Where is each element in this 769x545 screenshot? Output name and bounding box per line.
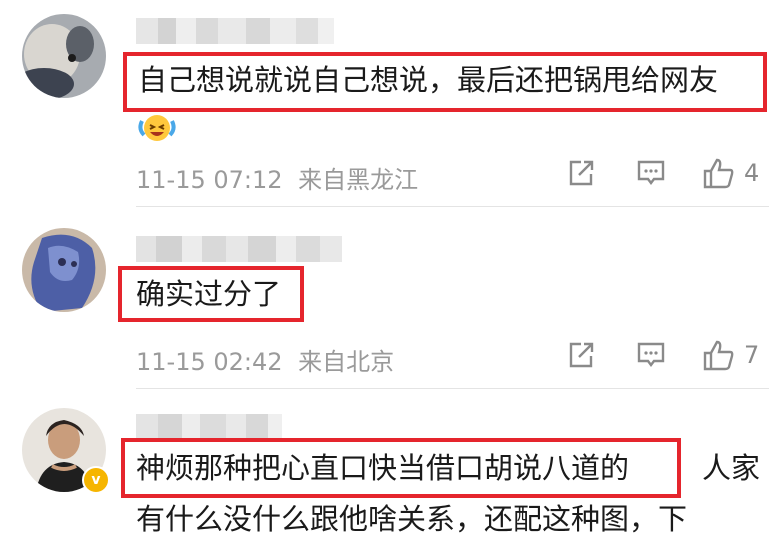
avatar[interactable] — [22, 228, 106, 312]
like-count: 4 — [744, 159, 760, 187]
location: 来自北京 — [298, 348, 395, 376]
verified-badge: v — [82, 466, 110, 494]
comment-text: 自己想说就说自己想说，最后还把锅甩给网友 — [138, 63, 719, 97]
thumbs-up-icon — [703, 158, 734, 189]
comment-text-highlight: 神烦那种把心直口快当借口胡说八道的 — [136, 451, 630, 485]
username-blurred[interactable] — [136, 414, 282, 440]
comment-icon — [637, 342, 665, 367]
share-button[interactable] — [566, 340, 596, 370]
comment-meta: 11-15 07:12 来自黑龙江 — [136, 160, 418, 195]
thumbs-up-icon — [703, 340, 734, 371]
comment-text-line2: 有什么没什么跟他啥关系，还配这种图，下 — [136, 502, 688, 536]
laughing-crying-emoji — [136, 111, 178, 143]
share-button[interactable] — [566, 158, 596, 188]
comment-icon — [637, 160, 665, 185]
share-icon — [569, 160, 594, 186]
divider — [136, 206, 769, 207]
username-blurred[interactable] — [136, 18, 334, 44]
like-button[interactable]: 4 — [702, 156, 759, 190]
timestamp: 11-15 07:12 — [136, 166, 283, 194]
comment-meta: 11-15 02:42 来自北京 — [136, 342, 394, 377]
divider — [136, 388, 769, 389]
comment-text: 确实过分了 — [136, 277, 282, 311]
username-blurred[interactable] — [136, 236, 342, 262]
share-icon — [569, 342, 594, 368]
like-count: 7 — [744, 341, 760, 369]
avatar[interactable] — [22, 14, 106, 98]
comment-button[interactable] — [636, 158, 666, 188]
location: 来自黑龙江 — [298, 166, 419, 194]
timestamp: 11-15 02:42 — [136, 348, 283, 376]
like-button[interactable]: 7 — [702, 338, 759, 372]
comment-button[interactable] — [636, 340, 666, 370]
comment-text-rest: 人家 — [702, 451, 761, 485]
